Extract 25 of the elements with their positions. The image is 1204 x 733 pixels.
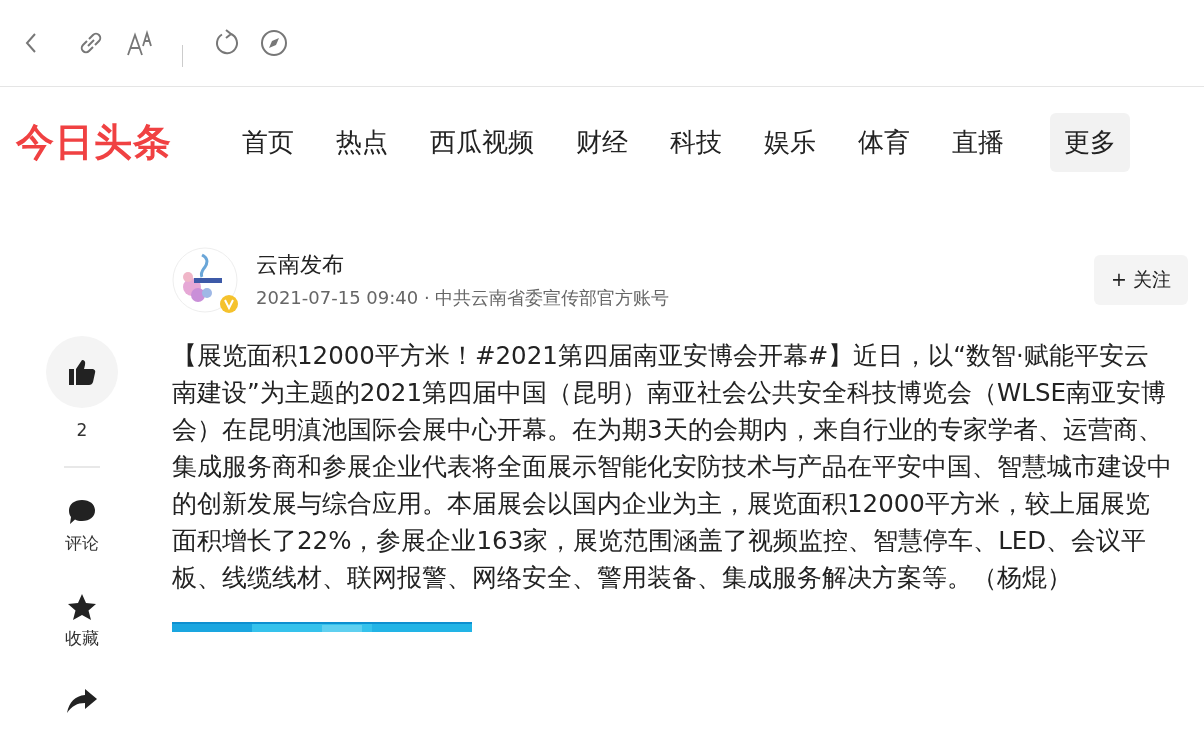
share-icon[interactable] xyxy=(66,688,98,714)
thumbs-up-icon[interactable] xyxy=(67,358,97,386)
follow-button[interactable]: + 关注 xyxy=(1094,255,1188,305)
compass-icon[interactable] xyxy=(260,29,288,57)
site-logo[interactable]: 今日头条 xyxy=(16,116,196,168)
like-count: 2 xyxy=(76,420,88,440)
nav-link[interactable]: 首页 xyxy=(228,112,308,172)
comment-label[interactable]: 评论 xyxy=(65,532,99,555)
link-icon[interactable] xyxy=(78,30,104,56)
font-size-icon[interactable] xyxy=(126,30,154,56)
nav-link[interactable]: 直播 xyxy=(938,112,1018,172)
publish-meta: 2021-07-15 09:40 · 中共云南省委宣传部官方账号 xyxy=(256,286,671,310)
nav-link[interactable]: 财经 xyxy=(562,112,642,172)
nav-link[interactable]: 体育 xyxy=(844,112,924,172)
favorite-label[interactable]: 收藏 xyxy=(65,627,99,650)
comment-icon[interactable] xyxy=(67,498,97,526)
star-icon[interactable] xyxy=(67,593,97,621)
nav-link[interactable]: 更多 xyxy=(1050,112,1130,172)
nav-link[interactable]: 科技 xyxy=(656,112,736,172)
nav-link[interactable]: 娱乐 xyxy=(750,112,830,172)
author-name[interactable]: 云南发布 xyxy=(256,250,1095,280)
reload-icon[interactable] xyxy=(213,29,241,57)
article-text: 【展览面积12000平方米！#2021第四届南亚安博会开幕#】近日，以“数智·赋能平安云南建设”为主题的2021第四届中国（昆明）南亚社会公共安全科技博览会（WLSE南亚安博会）在昆明滇池国际会展中心开幕。在为期3天的会期内，来自行业的专家学者、运营商、集成服务商和参展企业代表将全面展示智能化安防技术与产品在平安中国、智慧城市建设中的创新发展与综合应用。本届展会以国内企业为主，展览面积12000平方米，较上届展览面积增长了22%，参展企业163家，展览范围涵盖了视频监控、智慧停车、LED、会议平板、线缆线材、联网报警、网络安全、警用装备、集成服务解决方案等。（杨焜） xyxy=(172,340,1172,594)
nav-link[interactable]: 西瓜视频 xyxy=(416,112,548,172)
nav-link[interactable]: 热点 xyxy=(322,112,402,172)
